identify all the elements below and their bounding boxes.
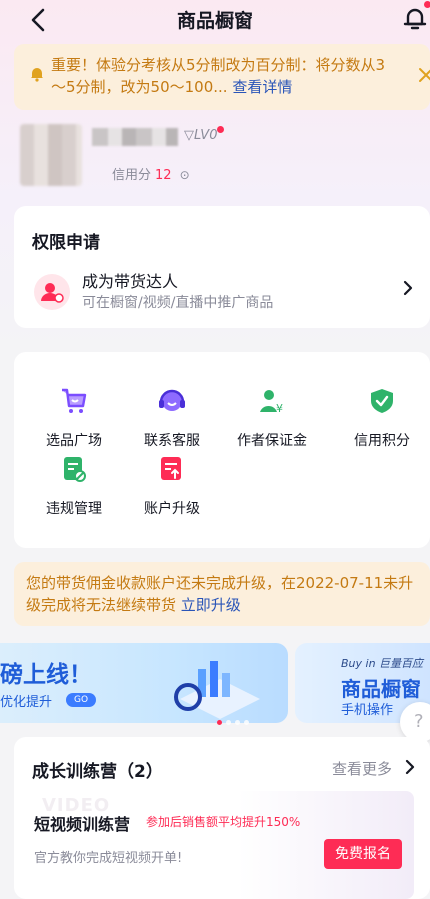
carousel-dot[interactable] xyxy=(226,720,231,725)
bell-icon[interactable] xyxy=(402,6,428,32)
notification-dot xyxy=(424,1,430,8)
banner-subtext: 优化提升 xyxy=(0,695,53,710)
credit-value: 12 xyxy=(155,168,172,183)
upgrade-icon xyxy=(161,457,181,480)
avatar[interactable] xyxy=(20,124,82,186)
view-more-link[interactable]: 查看更多 xyxy=(332,758,392,779)
notice-bell-icon xyxy=(31,68,43,82)
camp-item-desc: 官方教你完成短视频开单! xyxy=(34,851,183,866)
page-title: 商品橱窗 xyxy=(176,10,253,32)
tool-label: 信用积分 xyxy=(354,433,410,449)
upgrade-warning[interactable]: 您的带货佣金收款账户还未完成升级，在2022-07-11未升级完成将无法继续带货… xyxy=(14,562,430,626)
top-bar: 商品橱窗 xyxy=(0,0,430,40)
banner2-subtitle: 手机操作 xyxy=(341,703,394,718)
notice-text: 重要！体验分考核从5分制改为百分制：将分数从3～5分制，改为50～100... … xyxy=(51,54,391,98)
headset-icon xyxy=(159,389,185,411)
growth-camp-card: 成长训练营（2） 查看更多 VIDEO 短视频训练营 参加后销售额平均提升150… xyxy=(14,737,430,899)
cart-icon xyxy=(62,388,87,413)
tool-contact-service[interactable]: 联系客服 xyxy=(122,386,222,450)
chevron-right-icon[interactable] xyxy=(402,280,414,296)
svg-text:¥: ¥ xyxy=(276,402,283,415)
notice-banner[interactable]: 重要！体验分考核从5分制改为百分制：将分数从3～5分制，改为50～100... … xyxy=(14,44,430,110)
help-button[interactable]: ? xyxy=(400,702,430,742)
profile-section: ▽LV0 信用分 12 ⊙ xyxy=(20,120,430,192)
user-name-blurred xyxy=(92,128,178,146)
notice-details-link[interactable]: 查看详情 xyxy=(232,78,292,96)
info-icon[interactable]: ⊙ xyxy=(180,168,190,182)
tool-label: 联系客服 xyxy=(144,433,200,449)
tool-credit-points[interactable]: 信用积分 xyxy=(332,386,430,450)
deposit-icon: ¥ xyxy=(260,390,283,415)
upgrade-now-link[interactable]: 立即升级 xyxy=(181,596,241,614)
camp-item-title: 短视频训练营 xyxy=(34,815,131,834)
tool-label: 违规管理 xyxy=(46,501,102,517)
level-badge[interactable]: ▽LV0 xyxy=(184,128,217,143)
carousel-dots xyxy=(217,710,253,729)
camp-title: 成长训练营（2） xyxy=(32,762,163,782)
permission-title: 权限申请 xyxy=(32,233,100,253)
become-expert-title[interactable]: 成为带货达人 xyxy=(82,268,178,292)
credit-score[interactable]: 信用分 12 ⊙ xyxy=(112,164,190,183)
help-icon: ? xyxy=(414,711,424,732)
expert-user-icon xyxy=(34,274,70,310)
close-icon[interactable] xyxy=(418,67,430,83)
banner-go-badge: GO xyxy=(66,693,96,707)
chevron-right-icon[interactable] xyxy=(404,759,416,775)
tool-label: 账户升级 xyxy=(144,501,200,517)
notice-message: 重要！体验分考核从5分制改为百分制：将分数从3～5分制，改为50～100... xyxy=(51,56,386,96)
tool-violation-management[interactable]: 违规管理 xyxy=(24,454,124,518)
free-signup-button[interactable]: 免费报名 xyxy=(324,839,402,869)
carousel-dot[interactable] xyxy=(235,720,240,725)
permission-card: 权限申请 成为带货达人 可在橱窗/视频/直播中推广商品 xyxy=(14,206,430,328)
tool-label: 选品广场 xyxy=(46,433,102,449)
tool-author-deposit[interactable]: ¥ 作者保证金 xyxy=(222,386,322,450)
carousel-dot-active[interactable] xyxy=(217,720,222,725)
camp-item-tag: 参加后销售额平均提升150% xyxy=(146,815,301,829)
tools-card: 选品广场 联系客服 ¥ 作者保证金 信用积分 违规管理 账户升级 xyxy=(14,352,430,548)
level-label: LV0 xyxy=(194,128,218,143)
tool-selection-plaza[interactable]: 选品广场 xyxy=(24,386,124,450)
warning-text: 您的带货佣金收款账户还未完成升级，在2022-07-11未升级完成将无法继续带货… xyxy=(26,572,426,616)
credit-label: 信用分 xyxy=(112,168,152,183)
tool-account-upgrade[interactable]: 账户升级 xyxy=(122,454,222,518)
level-dot xyxy=(217,126,224,133)
banner2-brand: Buy in 巨量百应 xyxy=(341,657,424,670)
banner2-title: 商品橱窗 xyxy=(341,677,421,701)
analytics-illustration xyxy=(174,661,260,719)
become-expert-desc: 可在橱窗/视频/直播中推广商品 xyxy=(82,295,274,311)
carousel-dot[interactable] xyxy=(244,720,249,725)
camp-item[interactable]: VIDEO 短视频训练营 参加后销售额平均提升150% 官方教你完成短视频开单!… xyxy=(22,791,414,899)
banner-headline: 磅上线！ xyxy=(0,662,92,688)
violation-icon xyxy=(64,457,86,482)
shield-check-icon xyxy=(371,389,393,413)
tool-label: 作者保证金 xyxy=(237,433,307,449)
